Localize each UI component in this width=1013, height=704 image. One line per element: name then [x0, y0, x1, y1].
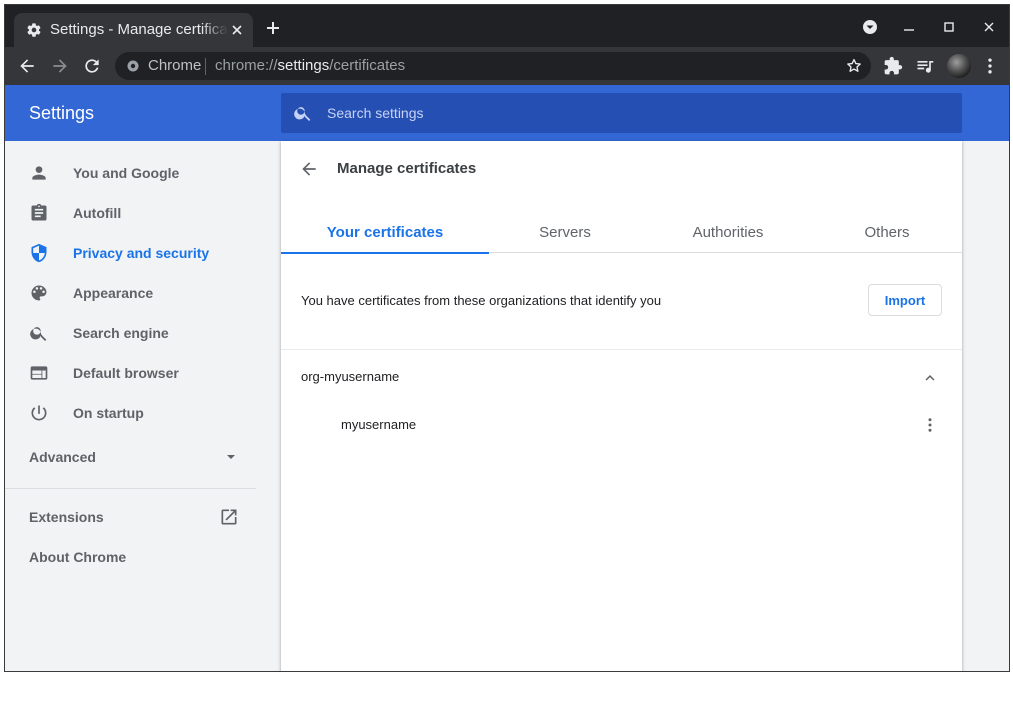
- browser-toolbar: Chrome chrome://settings/certificates: [5, 47, 1009, 85]
- sidebar-item-privacy-and-security[interactable]: Privacy and security: [5, 233, 281, 273]
- new-tab-icon[interactable]: [264, 19, 282, 37]
- organization-name: org-myusername: [301, 369, 400, 384]
- certificates-intro-text: You have certificates from these organiz…: [301, 293, 662, 308]
- forward-icon[interactable]: [50, 56, 70, 76]
- close-tab-icon[interactable]: [229, 22, 245, 38]
- settings-search-box[interactable]: [281, 93, 962, 133]
- settings-header: Settings: [5, 85, 1009, 141]
- maximize-icon[interactable]: [940, 18, 958, 36]
- profile-avatar[interactable]: [947, 54, 971, 78]
- certificate-name: myusername: [341, 417, 417, 432]
- settings-title: Settings: [29, 103, 95, 123]
- sidebar-item-label: Search engine: [73, 325, 169, 341]
- tab-title: Settings - Manage certificates: [50, 21, 228, 38]
- clipboard-icon: [31, 203, 47, 221]
- person-icon: [32, 166, 46, 180]
- reload-icon[interactable]: [82, 56, 102, 76]
- search-icon: [30, 327, 47, 341]
- open-in-new-icon: [221, 509, 237, 525]
- minimize-icon[interactable]: [900, 18, 918, 36]
- sidebar-item-extensions[interactable]: Extensions: [5, 497, 281, 537]
- search-icon: [294, 107, 311, 121]
- url-host: settings: [277, 57, 330, 74]
- browser-window: Settings - Manage certificates Chrome ch…: [4, 4, 1010, 672]
- certificate-row: myusername: [281, 405, 962, 445]
- sidebar-item-search-engine[interactable]: Search engine: [5, 313, 281, 353]
- tab-your-certificates[interactable]: Your certificates: [281, 213, 489, 254]
- sidebar-item-label: Default browser: [73, 365, 179, 381]
- more-actions-icon[interactable]: [921, 416, 939, 434]
- sidebar-item-label: Privacy and security: [73, 245, 210, 261]
- certificate-tabs: Your certificates Servers Authorities Ot…: [281, 213, 962, 254]
- url-scheme: chrome://: [215, 57, 278, 74]
- tab-others[interactable]: Others: [783, 213, 991, 253]
- menu-kebab-icon[interactable]: [980, 56, 1000, 76]
- search-input[interactable]: [327, 103, 927, 123]
- caret-down-icon: [227, 455, 235, 459]
- back-arrow-icon[interactable]: [299, 159, 319, 179]
- sidebar-advanced-toggle[interactable]: Advanced: [5, 437, 281, 477]
- address-bar[interactable]: Chrome chrome://settings/certificates: [115, 52, 871, 80]
- tab-label: Authorities: [692, 224, 764, 241]
- sidebar-divider: [5, 488, 256, 489]
- settings-sidebar: You and Google Autofill Privacy and secu…: [5, 141, 281, 671]
- chevron-up-icon[interactable]: [921, 369, 939, 387]
- sidebar-item-you-and-google[interactable]: You and Google: [5, 153, 281, 193]
- organization-row[interactable]: org-myusername: [281, 357, 962, 397]
- omnibox-separator: [205, 58, 206, 75]
- gear-icon: [27, 23, 41, 37]
- sidebar-item-label: Extensions: [29, 509, 104, 525]
- url-path: /certificates: [329, 57, 406, 74]
- certificates-card: Manage certificates Your certificates Se…: [281, 141, 962, 671]
- sidebar-item-about-chrome[interactable]: About Chrome: [5, 537, 281, 577]
- tab-label: Your certificates: [326, 224, 444, 241]
- sidebar-item-label: On startup: [73, 405, 144, 421]
- tab-search-icon[interactable]: [861, 18, 879, 36]
- media-queue-icon[interactable]: [915, 56, 935, 76]
- card-divider: [281, 349, 962, 350]
- advanced-label: Advanced: [29, 449, 96, 465]
- sidebar-item-label: Autofill: [73, 205, 122, 221]
- card-header: Manage certificates: [281, 141, 962, 197]
- import-button[interactable]: Import: [868, 284, 942, 316]
- page-title: Manage certificates: [337, 160, 477, 177]
- extensions-puzzle-icon[interactable]: [883, 56, 903, 76]
- sidebar-item-default-browser[interactable]: Default browser: [5, 353, 281, 393]
- close-window-icon[interactable]: [980, 18, 998, 36]
- tab-label: Servers: [539, 224, 591, 241]
- sidebar-item-label: About Chrome: [29, 549, 127, 565]
- chrome-icon: [127, 60, 139, 72]
- sidebar-item-appearance[interactable]: Appearance: [5, 273, 281, 313]
- back-icon[interactable]: [17, 56, 37, 76]
- sidebar-item-on-startup[interactable]: On startup: [5, 393, 281, 433]
- bookmark-star-icon[interactable]: [845, 57, 863, 75]
- site-chip: Chrome: [148, 57, 202, 74]
- palette-icon: [31, 285, 47, 301]
- power-icon: [31, 405, 47, 421]
- shield-icon: [31, 243, 47, 263]
- sidebar-item-label: You and Google: [73, 165, 180, 181]
- tab-label: Others: [864, 224, 910, 241]
- tab-strip: Settings - Manage certificates: [5, 5, 1009, 47]
- sidebar-item-autofill[interactable]: Autofill: [5, 193, 281, 233]
- browser-icon: [30, 366, 48, 380]
- browser-tab[interactable]: Settings - Manage certificates: [14, 13, 253, 47]
- url-text[interactable]: chrome://settings/certificates: [215, 57, 405, 74]
- sidebar-item-label: Appearance: [73, 285, 154, 301]
